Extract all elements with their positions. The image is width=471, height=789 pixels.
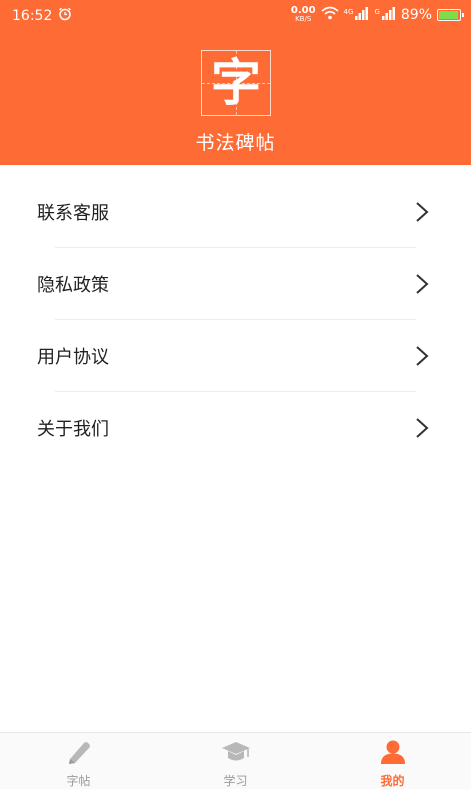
bottom-tab-bar: 字帖 学习 我的	[0, 732, 471, 789]
settings-menu: 联系客服 隐私政策 用户协议 关于我们	[0, 176, 471, 464]
battery-icon	[437, 9, 464, 21]
signal-1-tag: 4G	[343, 7, 354, 16]
battery-percent: 89%	[400, 7, 432, 23]
graduation-cap-icon	[220, 739, 252, 769]
menu-item-label: 关于我们	[37, 419, 109, 440]
app-logo: 字	[201, 50, 271, 116]
net-speed-unit: KB/S	[295, 15, 312, 23]
pen-icon	[65, 739, 93, 769]
tab-label: 我的	[380, 774, 405, 788]
tab-mine[interactable]: 我的	[314, 733, 471, 789]
signal-2-tag: G	[374, 7, 380, 16]
app-title: 书法碑帖	[195, 132, 276, 154]
tab-study[interactable]: 学习	[157, 733, 314, 789]
tab-label: 学习	[223, 774, 248, 788]
network-speed: 0.00 KB/S	[291, 6, 316, 24]
net-speed-value: 0.00	[290, 5, 316, 16]
signal-icon	[381, 6, 396, 24]
chevron-right-icon	[415, 345, 429, 371]
chevron-right-icon	[415, 417, 429, 443]
user-icon	[379, 739, 407, 769]
chevron-right-icon	[415, 273, 429, 299]
logo-character: 字	[211, 53, 261, 112]
wifi-icon	[321, 6, 339, 24]
status-bar: 16:52 0.00 KB/S 4G G 89%	[0, 0, 471, 32]
menu-item-user-agreement[interactable]: 用户协议	[0, 320, 471, 392]
tab-label: 字帖	[66, 774, 91, 788]
menu-item-about-us[interactable]: 关于我们	[0, 392, 471, 464]
alarm-icon	[58, 7, 72, 25]
menu-item-privacy-policy[interactable]: 隐私政策	[0, 248, 471, 320]
menu-item-contact-service[interactable]: 联系客服	[0, 176, 471, 248]
menu-item-label: 隐私政策	[37, 275, 109, 296]
menu-item-label: 联系客服	[37, 203, 109, 224]
menu-item-label: 用户协议	[37, 347, 109, 368]
status-time: 16:52	[12, 8, 53, 24]
app-header: 16:52 0.00 KB/S 4G G 89% 字 书法碑帖	[0, 0, 471, 165]
chevron-right-icon	[415, 201, 429, 227]
tab-copybook[interactable]: 字帖	[0, 733, 157, 789]
signal-icon	[355, 6, 369, 24]
